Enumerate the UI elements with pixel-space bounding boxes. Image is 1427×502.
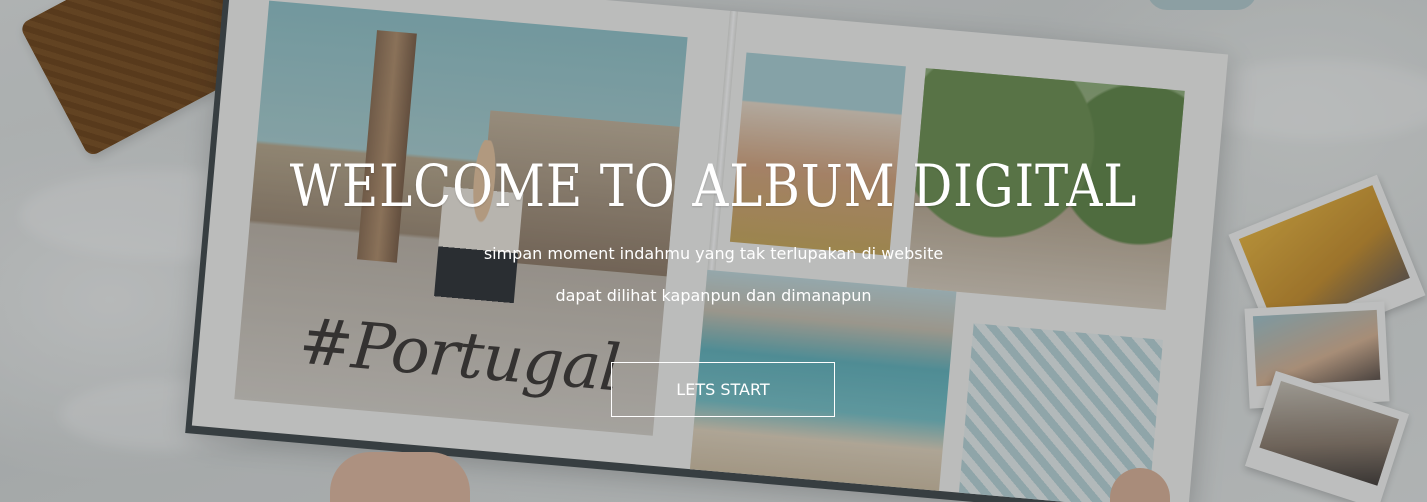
hero-content: WELCOME TO ALBUM DIGITAL simpan moment i… (0, 0, 1427, 502)
hero-title: WELCOME TO ALBUM DIGITAL (289, 152, 1138, 220)
hero-subtitle-line-2: dapat dilihat kapanpun dan dimanapun (555, 286, 872, 305)
hero-section: #Portugal WELCOME TO ALBUM DIGITAL simpa… (0, 0, 1427, 502)
hero-subtitle-line-1: simpan moment indahmu yang tak terlupaka… (483, 244, 944, 263)
lets-start-button[interactable]: LETS START (611, 362, 835, 417)
